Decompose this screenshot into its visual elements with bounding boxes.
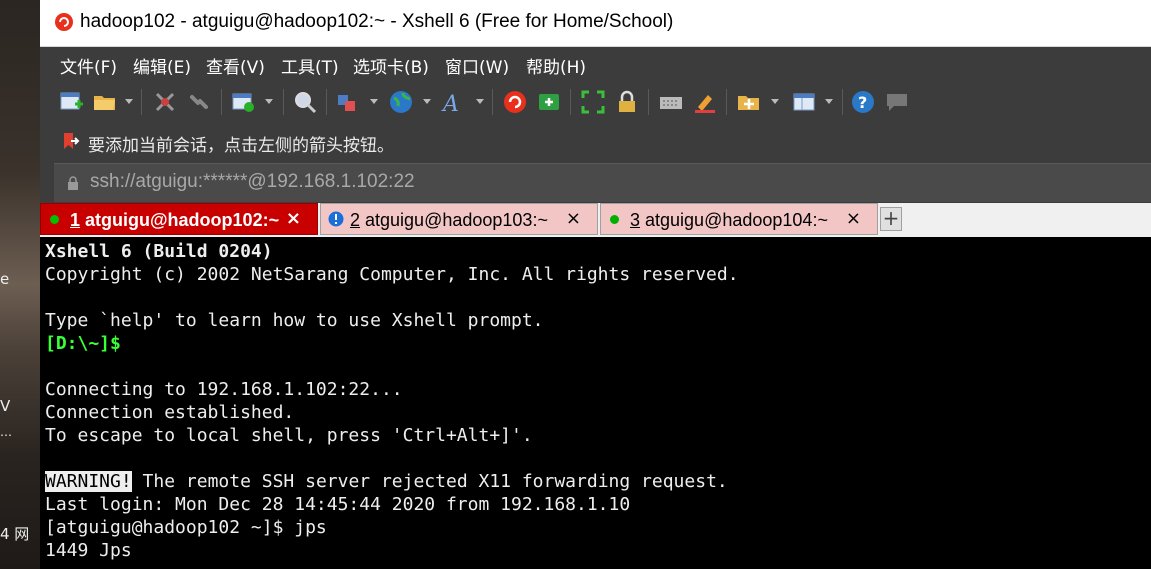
chat-icon[interactable] [884, 89, 910, 115]
toolbar: A ? [40, 81, 1151, 123]
terminal-line: Type `help' to learn how to use Xshell p… [45, 310, 544, 331]
tab-label: 1 atguigu@hadoop102:~ [70, 210, 280, 230]
title-bar[interactable]: hadoop102 - atguigu@hadoop102:~ - Xshell… [40, 0, 1151, 47]
desktop-fragment: V [0, 397, 11, 415]
hint-text: 要添加当前会话，点击左侧的箭头按钮。 [88, 136, 394, 156]
tab-hadoop102[interactable]: 1 atguigu@hadoop102:~ × [40, 203, 318, 235]
help-icon[interactable]: ? [850, 89, 876, 115]
svg-text:A: A [441, 92, 459, 115]
reconnect-icon[interactable] [186, 89, 212, 115]
xshell-icon[interactable] [502, 89, 528, 115]
toolbar-separator [326, 89, 327, 115]
close-icon[interactable]: × [286, 208, 301, 229]
xftp-icon[interactable] [536, 89, 562, 115]
menu-window[interactable]: 窗口(W) [445, 53, 509, 78]
chevron-down-icon[interactable] [265, 99, 273, 104]
chevron-down-icon[interactable] [423, 99, 431, 104]
keyboard-icon[interactable] [658, 89, 684, 115]
terminal-line: Copyright (c) 2002 NetSarang Computer, I… [45, 264, 739, 285]
menu-help[interactable]: 帮助(H) [526, 53, 586, 78]
terminal-line: To escape to local shell, press 'Ctrl+Al… [45, 425, 533, 446]
chevron-down-icon[interactable] [125, 99, 133, 104]
terminal-line: Connecting to 192.168.1.102:22... [45, 379, 403, 400]
transfer-icon[interactable] [335, 89, 361, 115]
toolbar-separator [842, 89, 843, 115]
tab-hadoop104[interactable]: 3 atguigu@hadoop104:~ × [600, 203, 878, 235]
terminal-line: Connection established. [45, 402, 295, 423]
tab-hadoop103[interactable]: 2 atguigu@hadoop103:~ × [320, 203, 598, 235]
add-folder-icon[interactable] [736, 89, 762, 115]
terminal-line: Xshell 6 (Build 0204) [45, 241, 273, 262]
menu-tools[interactable]: 工具(T) [281, 53, 339, 78]
terminal-line: Last login: Mon Dec 28 14:45:44 2020 fro… [45, 494, 631, 515]
toolbar-separator [141, 89, 142, 115]
highlight-icon[interactable] [692, 89, 718, 115]
chevron-down-icon[interactable] [370, 99, 378, 104]
close-icon[interactable]: × [846, 208, 861, 229]
layout-icon[interactable] [791, 89, 817, 115]
open-folder-icon[interactable] [92, 89, 118, 115]
desktop-fragment: … [0, 425, 12, 439]
desktop-background: e V 4 网 … [0, 0, 40, 569]
menu-file[interactable]: 文件(F) [60, 53, 117, 78]
new-window-icon[interactable] [230, 89, 256, 115]
menu-view[interactable]: 查看(V) [206, 53, 265, 78]
toolbar-separator [492, 89, 493, 115]
menu-edit[interactable]: 编辑(E) [133, 53, 191, 78]
address-bar: ssh://atguigu:******@192.168.1.102:22 [40, 161, 1151, 203]
menu-tabs[interactable]: 选项卡(B) [353, 53, 429, 78]
tab-label: 2 atguigu@hadoop103:~ [350, 210, 548, 230]
toolbar-separator [648, 89, 649, 115]
window-title: hadoop102 - atguigu@hadoop102:~ - Xshell… [80, 11, 674, 32]
font-icon[interactable]: A [440, 89, 466, 115]
padlock-icon [68, 176, 78, 190]
xshell-window: hadoop102 - atguigu@hadoop102:~ - Xshell… [40, 0, 1151, 569]
disconnect-icon[interactable] [152, 89, 178, 115]
toolbar-separator [221, 89, 222, 115]
desktop-fragment: e [0, 270, 10, 288]
desktop-fragment: 4 网 [0, 525, 30, 543]
toolbar-separator [283, 89, 284, 115]
lock-icon[interactable] [614, 89, 640, 115]
terminal-area[interactable]: Xshell 6 (Build 0204) Copyright (c) 2002… [40, 237, 1151, 569]
warning-line: WARNING! The remote SSH server rejected … [45, 471, 728, 492]
chevron-down-icon[interactable] [825, 99, 833, 104]
globe-icon[interactable] [388, 89, 414, 115]
warning-badge: WARNING! [45, 471, 132, 492]
chevron-down-icon[interactable] [771, 99, 779, 104]
terminal-line: [atguigu@hadoop102 ~]$ jps [45, 517, 327, 538]
close-icon[interactable]: × [566, 208, 581, 229]
new-session-icon[interactable] [58, 89, 84, 115]
toolbar-separator [726, 89, 727, 115]
tab-label: 3 atguigu@hadoop104:~ [630, 210, 828, 230]
status-dot-icon [50, 215, 59, 224]
info-icon [328, 211, 344, 227]
fullscreen-icon[interactable] [580, 89, 606, 115]
bookmark-arrow-icon[interactable] [62, 132, 80, 150]
address-text: ssh://atguigu:******@192.168.1.102:22 [90, 171, 415, 192]
svg-text:?: ? [858, 93, 867, 112]
local-prompt: [D:\~]$ [45, 333, 121, 354]
address-field[interactable]: ssh://atguigu:******@192.168.1.102:22 [54, 163, 1151, 202]
session-tab-bar: 1 atguigu@hadoop102:~ × 2 atguigu@hadoop… [40, 203, 1151, 440]
find-icon[interactable] [292, 89, 318, 115]
chevron-down-icon[interactable] [476, 99, 484, 104]
add-tab-button[interactable]: + [880, 207, 902, 231]
menu-bar: 文件(F) 编辑(E) 查看(V) 工具(T) 选项卡(B) 窗口(W) 帮助(… [40, 47, 1151, 81]
status-dot-icon [610, 215, 619, 224]
terminal-line: 1449 Jps [45, 540, 132, 561]
session-hint-bar: 要添加当前会话，点击左侧的箭头按钮。 [40, 123, 1151, 161]
xshell-logo-icon [55, 13, 73, 31]
toolbar-separator [570, 89, 571, 115]
